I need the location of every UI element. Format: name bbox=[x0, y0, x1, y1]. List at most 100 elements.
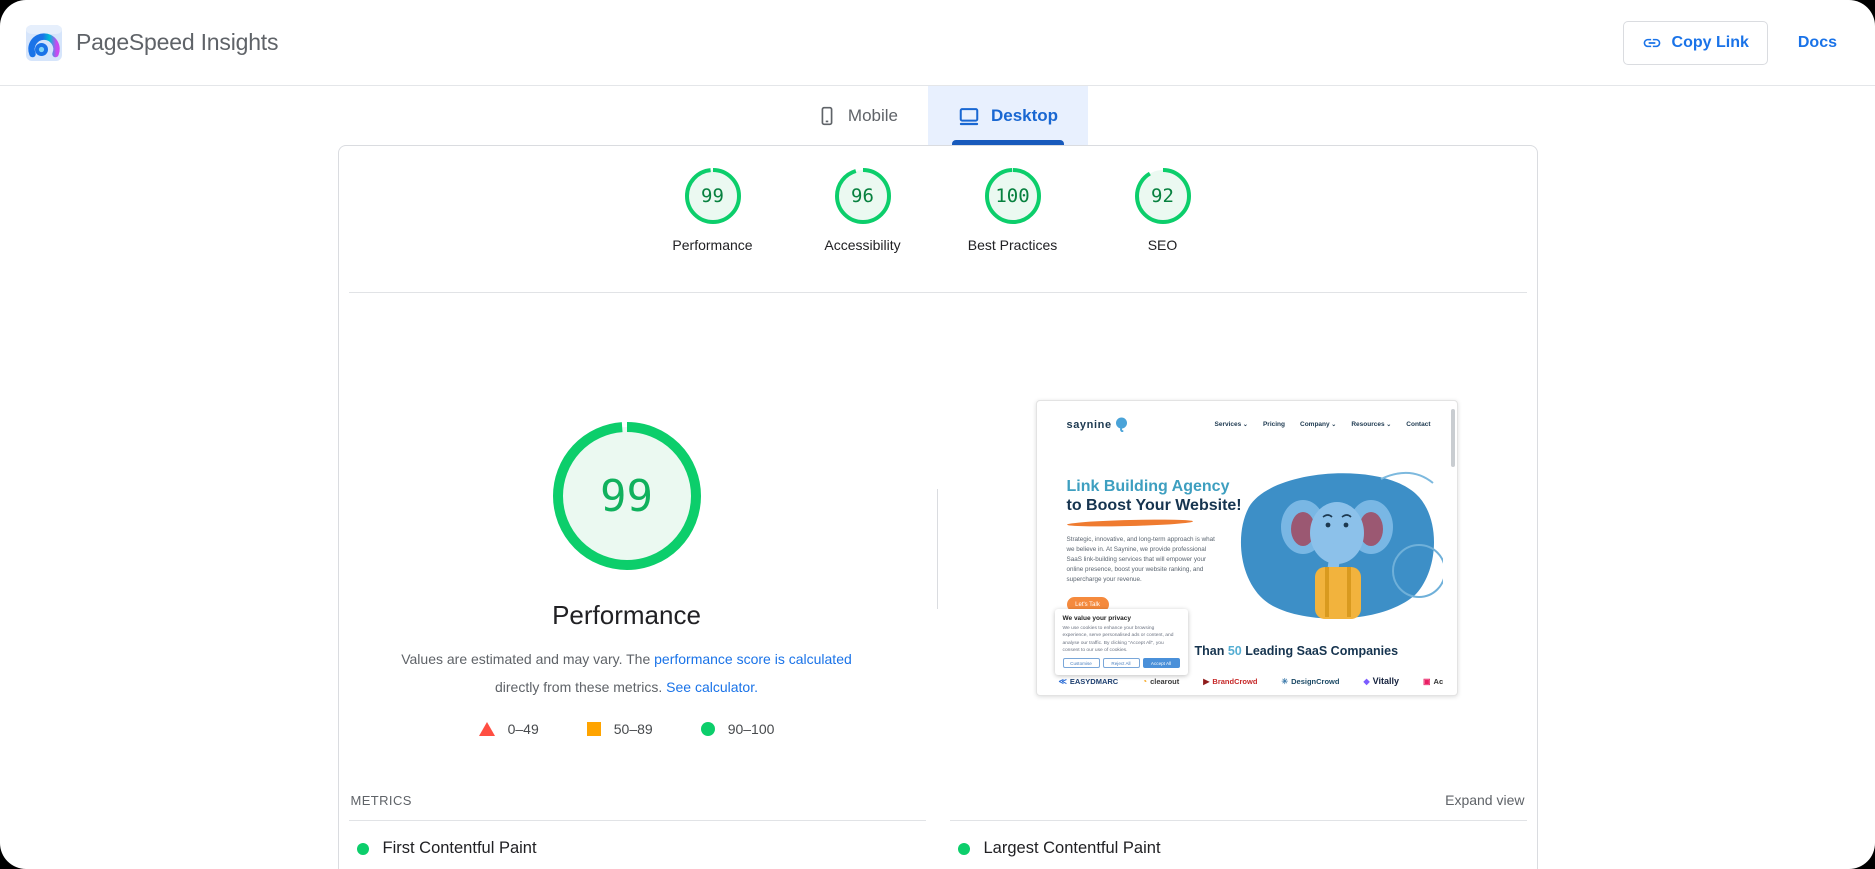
thumb-companies-strip: Than 50 Leading SaaS Companies bbox=[1195, 644, 1399, 658]
thumb-nav-services: Services bbox=[1215, 421, 1248, 428]
thumb-hero-text: Link Building Agency to Boost Your Websi… bbox=[1066, 477, 1242, 613]
cookie-title: We value your privacy bbox=[1062, 615, 1132, 622]
metrics-header: METRICS Expand view bbox=[339, 782, 1537, 820]
site-screenshot-thumbnail[interactable]: saynine Services Pricing Company Resourc… bbox=[1035, 400, 1458, 696]
logo-icon: ◔ bbox=[1142, 676, 1148, 686]
tab-mobile-label: Mobile bbox=[847, 105, 898, 125]
metrics-heading: METRICS bbox=[350, 792, 412, 808]
score-value: 99 bbox=[701, 185, 724, 207]
gauge-description: Values are estimated and may vary. The p… bbox=[392, 645, 862, 701]
score-calc-link[interactable]: performance score is calculated bbox=[654, 651, 852, 667]
see-calculator-link[interactable]: See calculator. bbox=[666, 679, 758, 695]
logo-clearout: ◔ clearout bbox=[1142, 676, 1180, 686]
thumb-site-header: saynine Services Pricing Company Resourc… bbox=[1037, 401, 1457, 432]
thumb-brand: saynine bbox=[1067, 417, 1128, 432]
report-card: 99 Performance 96 Accessibility 100 Best… bbox=[337, 145, 1538, 869]
pagespeed-window: PageSpeed Insights Copy Link Docs Mobile… bbox=[0, 0, 1875, 869]
strip-text: Than bbox=[1194, 644, 1228, 658]
logo-icon: ▣ bbox=[1422, 676, 1431, 686]
page-title: PageSpeed Insights bbox=[76, 29, 279, 55]
link-icon bbox=[1643, 38, 1660, 47]
elephant-logo-icon bbox=[1115, 417, 1127, 432]
logo-icon: ▶ bbox=[1203, 676, 1210, 686]
score-legend: 0–49 50–89 90–100 bbox=[478, 721, 775, 737]
performance-gauge[interactable]: 99 bbox=[552, 422, 701, 570]
logo-icon: ✳ bbox=[1281, 676, 1289, 686]
desc-text: Values are estimated and may vary. The bbox=[401, 651, 655, 667]
docs-link[interactable]: Docs bbox=[1798, 34, 1837, 52]
thumb-scrollbar[interactable] bbox=[1450, 409, 1455, 467]
legend-label: 90–100 bbox=[727, 721, 775, 737]
performance-section: 99 Performance Values are estimated and … bbox=[339, 293, 1537, 782]
expand-view-button[interactable]: Expand view bbox=[1445, 792, 1524, 808]
elephant-illustration bbox=[1240, 472, 1443, 619]
thumb-headline-2: to Boost Your Website! bbox=[1066, 497, 1242, 514]
desktop-icon bbox=[959, 107, 979, 125]
thumb-paragraph: Strategic, innovative, and long-term app… bbox=[1066, 536, 1215, 584]
cookie-accept-button: Accept All bbox=[1142, 658, 1180, 669]
score-value: 92 bbox=[1151, 185, 1174, 207]
column-divider bbox=[936, 489, 938, 609]
thumb-nav: Services Pricing Company Resources Conta… bbox=[1215, 421, 1431, 428]
cookie-body: We use cookies to enhance your browsing … bbox=[1062, 626, 1174, 654]
red-triangle-icon bbox=[478, 722, 495, 736]
strip-highlight: 50 bbox=[1227, 644, 1242, 658]
desc-text: directly from these metrics. bbox=[495, 679, 667, 695]
score-label: Accessibility bbox=[824, 237, 901, 253]
tab-desktop-label: Desktop bbox=[991, 105, 1059, 125]
gauge-value: 99 bbox=[600, 470, 653, 522]
logo-easydmarc: ≪ EASYDMARC bbox=[1058, 676, 1119, 686]
gauge-column: 99 Performance Values are estimated and … bbox=[339, 293, 937, 782]
metric-name: Largest Contentful Paint bbox=[983, 839, 1161, 857]
screenshot-column: saynine Services Pricing Company Resourc… bbox=[937, 293, 1537, 782]
score-item-seo[interactable]: 92 SEO bbox=[1088, 168, 1238, 292]
pagespeed-logo-icon[interactable] bbox=[26, 24, 62, 61]
app-header: PageSpeed Insights Copy Link Docs bbox=[0, 0, 1875, 86]
orange-square-icon bbox=[586, 722, 601, 736]
green-dot-icon bbox=[957, 842, 970, 855]
thumb-nav-resources: Resources bbox=[1351, 421, 1391, 428]
device-tabbar: Mobile Desktop bbox=[0, 86, 1875, 145]
thumb-nav-contact: Contact bbox=[1406, 421, 1431, 428]
tab-mobile[interactable]: Mobile bbox=[787, 86, 928, 145]
logo-brandcrowd: ▶ BrandCrowd bbox=[1203, 676, 1258, 686]
score-item-accessibility[interactable]: 96 Accessibility bbox=[788, 168, 938, 292]
copy-link-label: Copy Link bbox=[1671, 33, 1749, 51]
legend-item-average: 50–89 bbox=[586, 721, 653, 737]
logo-icon: ◆ bbox=[1363, 676, 1370, 686]
tab-desktop[interactable]: Desktop bbox=[928, 86, 1089, 145]
thumb-nav-pricing: Pricing bbox=[1262, 421, 1286, 428]
score-item-best-practices[interactable]: 100 Best Practices bbox=[938, 168, 1088, 292]
cookie-customise-button: Customise bbox=[1062, 658, 1100, 669]
score-label: Best Practices bbox=[967, 237, 1058, 253]
score-summary: 99 Performance 96 Accessibility 100 Best… bbox=[339, 146, 1537, 292]
score-label: SEO bbox=[1147, 237, 1178, 253]
thumb-brand-text: saynine bbox=[1066, 418, 1112, 431]
legend-item-pass: 90–100 bbox=[700, 721, 775, 737]
thumb-nav-company: Company bbox=[1300, 421, 1336, 428]
orange-swoosh-decoration bbox=[1066, 518, 1193, 528]
cookie-reject-button: Reject All bbox=[1102, 658, 1140, 669]
copy-link-button[interactable]: Copy Link bbox=[1622, 20, 1768, 65]
metrics-grid: First Contentful Paint 0.5 s Largest Con… bbox=[348, 820, 1527, 869]
cookie-consent-dialog: We value your privacy We use cookies to … bbox=[1054, 609, 1188, 676]
metric-fcp: First Contentful Paint 0.5 s bbox=[348, 820, 926, 869]
strip-text: Leading SaaS Companies bbox=[1241, 644, 1399, 658]
logo-icon: ≪ bbox=[1058, 676, 1067, 686]
gauge-title: Performance bbox=[552, 600, 701, 630]
thumb-headline-1: Link Building Agency bbox=[1066, 478, 1230, 495]
score-value: 96 bbox=[851, 185, 874, 207]
legend-label: 0–49 bbox=[507, 721, 539, 737]
legend-label: 50–89 bbox=[613, 721, 653, 737]
logo-designcrowd: ✳ DesignCrowd bbox=[1281, 676, 1340, 686]
score-value: 100 bbox=[995, 185, 1030, 207]
metric-lcp: Largest Contentful Paint 0.8 s bbox=[949, 820, 1527, 869]
legend-item-fail: 0–49 bbox=[478, 721, 539, 737]
green-dot-icon bbox=[356, 842, 369, 855]
logo-vitally: ◆ Vitally bbox=[1363, 676, 1399, 686]
logo-partial: ▣ Ac bbox=[1422, 676, 1444, 686]
thumb-logo-row: ≪ EASYDMARC ◔ clearout ▶ BrandCrowd ✳ Design… bbox=[1059, 676, 1457, 686]
green-circle-icon bbox=[700, 722, 715, 736]
smartphone-icon bbox=[821, 106, 833, 125]
score-item-performance[interactable]: 99 Performance bbox=[638, 168, 788, 292]
